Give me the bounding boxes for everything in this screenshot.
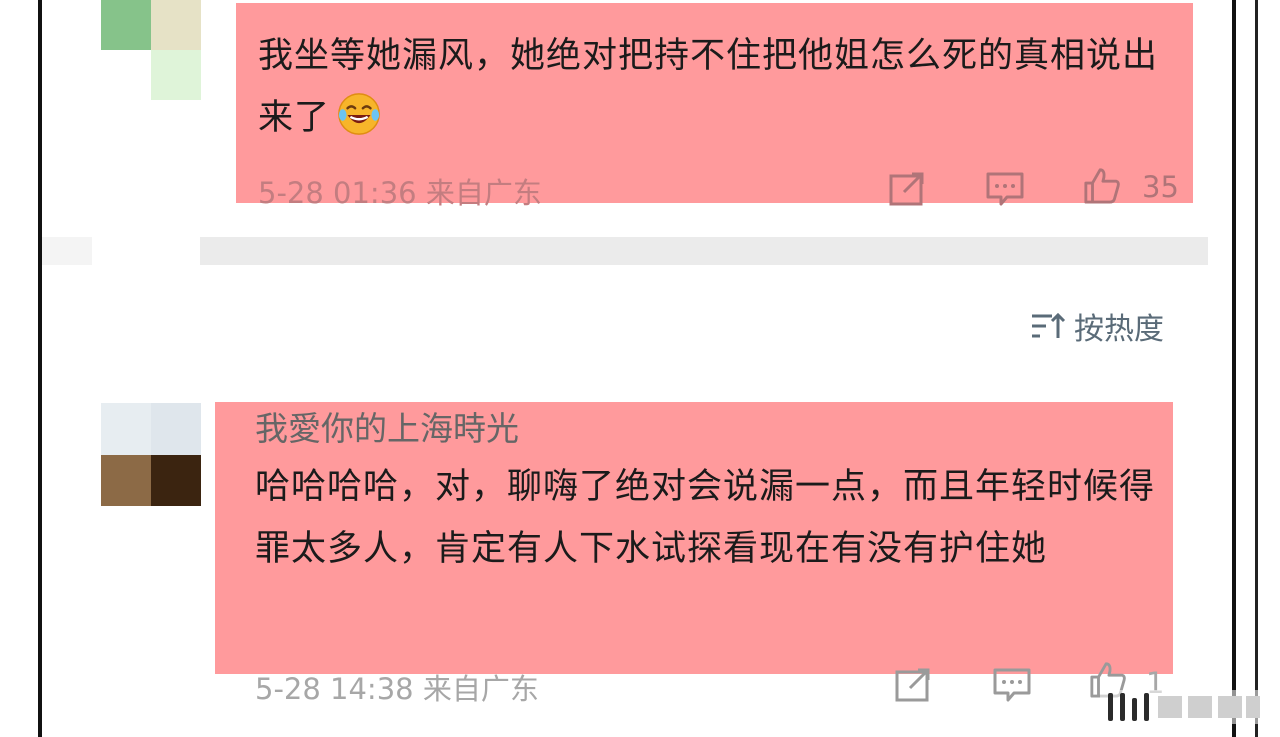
like-icon[interactable] (1082, 166, 1122, 204)
share-icon[interactable] (888, 170, 928, 208)
comment-username[interactable]: 我愛你的上海時光 (255, 402, 519, 450)
watermark-logo (1100, 690, 1265, 724)
screenshot-frame-edge (1255, 0, 1258, 737)
screenshot-frame-left (38, 0, 42, 737)
laughing-tears-emoji (338, 93, 380, 135)
comment-text-content: 我坐等她漏风，她绝对把持不住把他姐怎么死的真相说出来了 (258, 36, 1159, 138)
comment-icon[interactable] (985, 170, 1025, 208)
comment-location: 来自广东 (422, 672, 539, 706)
comment-icon[interactable] (992, 666, 1032, 704)
like-count: 35 (1142, 170, 1179, 204)
comment-meta: 5-28 14:38 来自广东 (255, 666, 539, 708)
sort-icon (1032, 312, 1066, 338)
comment-card: 我愛你的上海時光 哈哈哈哈，对，聊嗨了绝对会说漏一点，而且年轻时候得罪太多人，肯… (215, 402, 1173, 674)
sort-button[interactable]: 按热度 (1030, 304, 1164, 348)
comment-text: 哈哈哈哈，对，聊嗨了绝对会说漏一点，而且年轻时候得罪太多人，肯定有人下水试探看现… (255, 467, 1156, 569)
sort-label: 按热度 (1074, 312, 1164, 347)
avatar[interactable] (101, 403, 201, 506)
comment-date: 5-28 01:36 (258, 176, 417, 210)
comment-date: 5-28 14:38 (255, 672, 414, 706)
section-divider (200, 237, 1208, 265)
section-divider-left (42, 237, 92, 265)
share-icon[interactable] (894, 666, 934, 704)
comment-text: 我坐等她漏风，她绝对把持不住把他姐怎么死的真相说出来了 (258, 25, 1178, 149)
comment-meta: 5-28 01:36 来自广东 (258, 170, 542, 212)
screenshot-frame-right (1232, 0, 1236, 737)
comment-location: 来自广东 (425, 176, 542, 210)
avatar[interactable] (101, 0, 201, 100)
